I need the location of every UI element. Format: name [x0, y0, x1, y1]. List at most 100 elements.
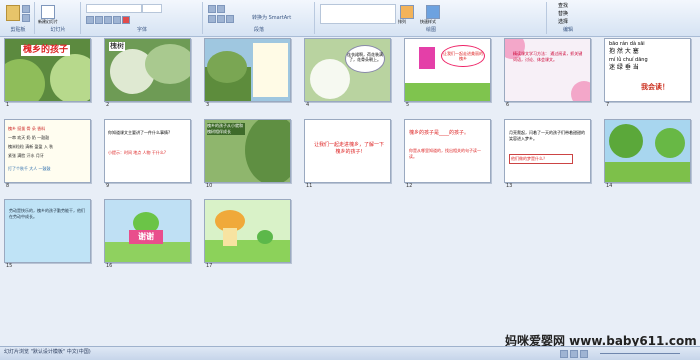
slides-group: 新建幻灯片 幻灯片	[36, 2, 81, 34]
slide-number: 16	[106, 263, 113, 269]
slide-text: 劳动是快乐的，槐乡的孩子勤劳能干，他们在劳动中成长。	[9, 208, 85, 219]
slide-thumbnail-8[interactable]: 槐乡 挺拔 骨 朵 香料 一串 欢天 奶 奶 一鼓鼓 槐米粒粒 清新 盈盈 入 …	[4, 119, 91, 183]
slide-number: 13	[506, 183, 513, 189]
slide-line-1: 槐乡的孩子是____的孩子。	[409, 130, 470, 136]
slide-number: 1	[6, 102, 10, 108]
slide-number: 10	[206, 183, 213, 189]
slide-thumbnail-7[interactable]: bāo rán dà sāi 抱 然 大 塞 mí lǜ chuí dāng 迷…	[604, 38, 691, 102]
font-size-field[interactable]	[142, 4, 162, 13]
copy-icon[interactable]	[22, 14, 30, 22]
slide-text: 连衣裙啊，荷花装满了，花骨朵朝上。	[345, 45, 385, 73]
editing-group: 查找 替换 选择 编辑	[548, 2, 588, 34]
slide-line-2: 一串 欢天 奶 奶 一鼓鼓	[8, 135, 50, 140]
slide-thumbnail-5[interactable]: 让我们一起走进美丽的槐乡	[404, 38, 491, 102]
font-color-icon[interactable]	[122, 16, 130, 24]
slide-number: 4	[306, 102, 310, 108]
slide-thumbnail-11[interactable]: 让我们一起走进槐乡，了解一下槐乡的孩子!	[304, 119, 391, 183]
slide-thumbnail-12[interactable]: 槐乡的孩子是____的孩子。 你是从哪里知道的，找出相关的句子读一读。	[404, 119, 491, 183]
slide-number: 9	[106, 183, 110, 189]
align-center-icon[interactable]	[217, 15, 225, 23]
ribbon: 剪贴板 新建幻灯片 幻灯片 字体 转换为 SmartArt 段落 排列 快速样式…	[0, 0, 700, 37]
slide-line-1: 月亮爬起，闪着了一天的孩子们带着甜甜的笑容进入梦乡。	[509, 130, 585, 141]
replace-button[interactable]: 替换	[558, 11, 568, 18]
quick-style-button[interactable]: 快速样式	[420, 18, 436, 25]
slide-thumbnail-3[interactable]	[204, 38, 291, 102]
slide-sorter-view-icon[interactable]	[570, 350, 578, 358]
smartart-button[interactable]: 转换为 SmartArt	[252, 15, 291, 22]
slide-number: 2	[106, 102, 110, 108]
new-slide-icon[interactable]	[41, 5, 55, 19]
slide-line-1: 你知道课文主要讲了一件什么事情?	[108, 130, 171, 135]
slide-number: 7	[606, 102, 610, 108]
slide-line-2: 小提示：时间 地点 人物 干什么?	[108, 150, 166, 155]
quick-style-icon[interactable]	[426, 5, 440, 19]
align-right-icon[interactable]	[226, 15, 234, 23]
slide-text: 精读课文学习方法： 通过阅读，抓关键词语，讨论、体会课文。	[513, 51, 583, 62]
slide-number: 5	[406, 102, 410, 108]
paragraph-group: 转换为 SmartArt 段落	[204, 2, 315, 34]
drawing-group: 排列 快速样式 绘图	[316, 2, 547, 34]
group-label-font: 字体	[136, 27, 147, 33]
slide-text: 谢谢	[129, 230, 163, 244]
align-left-icon[interactable]	[208, 15, 216, 23]
slide-thumbnail-4[interactable]: 连衣裙啊，荷花装满了，花骨朵朝上。	[304, 38, 391, 102]
group-label-editing: 编辑	[562, 27, 573, 33]
slide-title: 槐乡的孩子	[21, 45, 71, 56]
slide-thumbnail-6[interactable]: 精读课文学习方法： 通过阅读，抓关键词语，讨论、体会课文。	[504, 38, 591, 102]
slide-thumbnail-16[interactable]: 谢谢	[104, 199, 191, 263]
slide-line-3: 槐米粒粒 清新 盈盈 入 秋	[8, 144, 54, 149]
slide-thumbnail-15[interactable]: 劳动是快乐的，槐乡的孩子勤劳能干，他们在劳动中成长。	[4, 199, 91, 263]
bullets-icon[interactable]	[208, 5, 216, 13]
group-label-clipboard: 剪贴板	[10, 27, 26, 33]
arrange-icon[interactable]	[400, 5, 414, 19]
group-label-drawing: 绘图	[425, 27, 436, 33]
slide-thumbnail-10[interactable]: 槐乡的孩子从小就和槐树相伴成长	[204, 119, 291, 183]
slide-line-5: 打了个秋千 大人 一鼓鼓	[8, 166, 51, 171]
find-button[interactable]: 查找	[558, 3, 568, 10]
numbering-icon[interactable]	[217, 5, 225, 13]
slide-number: 3	[206, 102, 210, 108]
bold-icon[interactable]	[86, 16, 94, 24]
arrange-button[interactable]: 排列	[398, 18, 406, 25]
pinyin-line-2: mí lǜ chuí dāng	[609, 57, 648, 63]
slideshow-icon[interactable]	[580, 350, 588, 358]
select-button[interactable]: 选择	[558, 19, 568, 26]
italic-icon[interactable]	[95, 16, 103, 24]
strikethrough-icon[interactable]	[113, 16, 121, 24]
slide-footer: 我会读！	[641, 83, 669, 91]
hanzi-line-2: 迷 绿 垂 当	[609, 64, 639, 71]
shapes-gallery[interactable]	[320, 4, 396, 24]
zoom-slider[interactable]	[600, 353, 680, 354]
slide-sorter-area: 槐乡的孩子 1 槐树 2 3 连衣裙啊，荷花装满了，花骨朵朝上。 4 让我们一起…	[0, 37, 700, 348]
slide-thumbnail-9[interactable]: 你知道课文主要讲了一件什么事情? 小提示：时间 地点 人物 干什么?	[104, 119, 191, 183]
slide-number: 6	[506, 102, 510, 108]
slide-line-2: 他们做的梦是什么？	[509, 154, 573, 164]
slide-text: 让我们一起走进槐乡，了解一下槐乡的孩子!	[313, 142, 384, 155]
slide-thumbnail-1[interactable]: 槐乡的孩子	[4, 38, 91, 102]
slide-text: 让我们一起走进美丽的槐乡	[441, 45, 485, 67]
slide-thumbnail-13[interactable]: 月亮爬起，闪着了一天的孩子们带着甜甜的笑容进入梦乡。 他们做的梦是什么？	[504, 119, 591, 183]
group-label-slides: 幻灯片	[50, 27, 66, 33]
slide-number: 15	[6, 263, 13, 269]
slide-thumbnail-17[interactable]	[204, 199, 291, 263]
status-bar: 幻灯片浏览 "默认设计模板" 中文(中国)	[0, 346, 700, 360]
slide-number: 12	[406, 183, 413, 189]
hanzi-line-1: 抱 然 大 塞	[609, 48, 639, 55]
slide-thumbnail-14[interactable]	[604, 119, 691, 183]
slide-number: 14	[606, 183, 613, 189]
underline-icon[interactable]	[104, 16, 112, 24]
slide-line-4: 紧张 满脸 汗水 月牙	[8, 153, 44, 158]
new-slide-button[interactable]: 新建幻灯片	[38, 19, 58, 24]
status-text: 幻灯片浏览 "默认设计模板" 中文(中国)	[4, 349, 91, 355]
normal-view-icon[interactable]	[560, 350, 568, 358]
font-name-field[interactable]	[86, 4, 142, 13]
pinyin-line-1: bāo rán dà sāi	[609, 41, 645, 47]
slide-thumbnail-2[interactable]: 槐树	[104, 38, 191, 102]
slide-line-2: 你是从哪里知道的，找出相关的句子读一读。	[409, 148, 481, 159]
slide-label: 槐树	[109, 42, 125, 51]
clipboard-group: 剪贴板	[2, 2, 35, 34]
cut-icon[interactable]	[22, 5, 30, 13]
font-group: 字体	[82, 2, 203, 34]
paste-icon[interactable]	[6, 5, 20, 21]
group-label-paragraph: 段落	[253, 27, 264, 33]
